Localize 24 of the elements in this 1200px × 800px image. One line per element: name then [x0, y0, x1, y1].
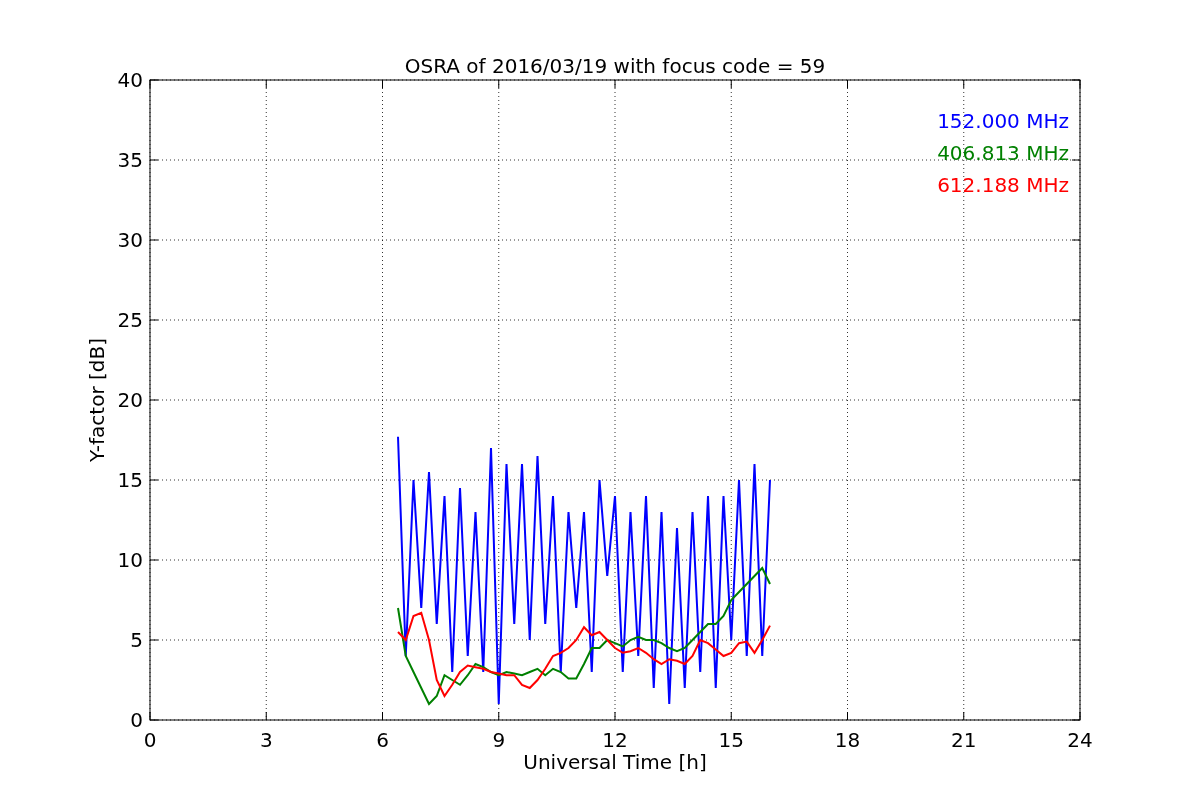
- tick-label: 30: [117, 228, 143, 252]
- axis-label: Y-factor [dB]: [85, 338, 109, 462]
- tick-label: 15: [117, 468, 143, 492]
- tick-label: 40: [117, 68, 143, 92]
- tick-label: 12: [602, 728, 628, 752]
- tick-label: 10: [117, 548, 143, 572]
- tick-label: 15: [718, 728, 744, 752]
- tick-label: 0: [143, 728, 157, 752]
- tick-label: 24: [1067, 728, 1093, 752]
- tick-label: 5: [130, 628, 143, 652]
- legend-label: 152.000 MHz: [937, 109, 1069, 133]
- tick-label: 6: [376, 728, 389, 752]
- tick-label: 3: [259, 728, 273, 752]
- tick-label: 35: [117, 148, 143, 172]
- tick-label: 21: [951, 728, 977, 752]
- chart-title: OSRA of 2016/03/19 with focus code = 59: [404, 54, 826, 78]
- legend-label: 406.813 MHz: [937, 141, 1069, 165]
- tick-label: 20: [117, 388, 143, 412]
- axis-label: Universal Time [h]: [523, 750, 707, 774]
- tick-label: 18: [834, 728, 861, 752]
- legend-label: 612.188 MHz: [937, 173, 1069, 197]
- tick-label: 25: [117, 308, 143, 332]
- tick-label: 9: [492, 728, 506, 752]
- tick-label: 0: [130, 708, 143, 732]
